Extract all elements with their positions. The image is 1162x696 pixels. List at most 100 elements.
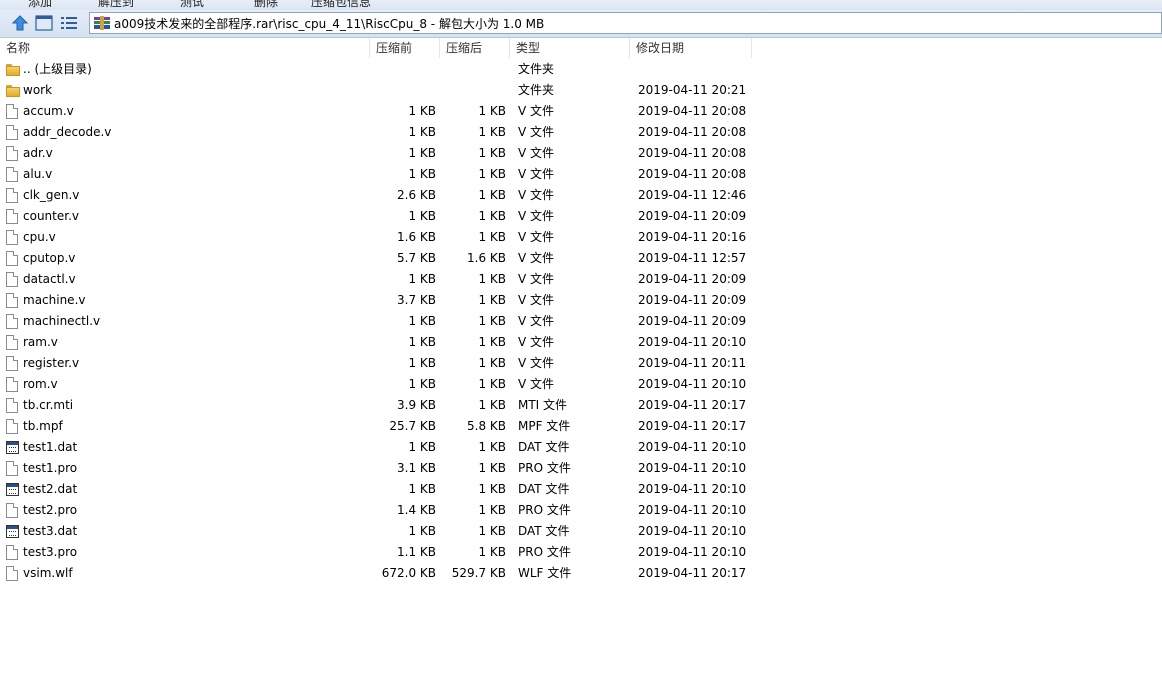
file-type: V 文件 — [518, 314, 555, 328]
file-name: cpu.v — [23, 230, 56, 244]
file-compressed-size: 1 KB — [478, 524, 506, 538]
column-name-header[interactable]: 名称 — [0, 38, 370, 58]
file-row[interactable]: register.v 1 KB 1 KB V 文件 2019-04-11 20:11 — [0, 353, 760, 374]
file-type: V 文件 — [518, 167, 555, 181]
file-compressed-size: 1 KB — [478, 293, 506, 307]
column-compressed-header[interactable]: 压缩前 — [370, 38, 440, 58]
file-icon — [6, 293, 20, 309]
file-row[interactable]: tb.mpf 25.7 KB 5.8 KB MPF 文件 2019-04-11 20:1… — [0, 416, 760, 437]
file-compressed-size: 1.6 KB — [467, 251, 506, 265]
file-icon — [6, 125, 20, 141]
file-modified-date: 2019-04-11 20:09 — [638, 209, 747, 223]
file-row[interactable]: test1.pro 3.1 KB 1 KB PRO 文件 2019-04-11 20:1… — [0, 458, 760, 479]
file-type: V 文件 — [518, 125, 555, 139]
file-row[interactable]: vsim.wlf 672.0 KB 529.7 KB WLF 文件 2019-04-11… — [0, 563, 760, 584]
file-modified-date: 2019-04-11 20:09 — [638, 314, 747, 328]
column-date-header[interactable]: 修改日期 — [630, 38, 752, 58]
file-row[interactable]: work 文件夹 2019-04-11 20:21 — [0, 80, 760, 101]
file-modified-date: 2019-04-11 20:09 — [638, 293, 747, 307]
toolbar-extract-button[interactable]: 解压到 — [98, 0, 134, 10]
column-size-header[interactable]: 压缩后 — [440, 38, 510, 58]
toolbar-info-button[interactable]: 压缩包信息 — [311, 0, 371, 10]
file-row[interactable]: cpu.v 1.6 KB 1 KB V 文件 2019-04-11 20:16 — [0, 227, 760, 248]
file-uncompressed-size: 2.6 KB — [397, 188, 436, 202]
file-row[interactable]: accum.v 1 KB 1 KB V 文件 2019-04-11 20:08 — [0, 101, 760, 122]
file-row[interactable]: test3.pro 1.1 KB 1 KB PRO 文件 2019-04-11 20:1… — [0, 542, 760, 563]
file-icon — [6, 251, 20, 267]
window-view-icon — [35, 15, 53, 31]
file-modified-date: 2019-04-11 20:11 — [638, 356, 747, 370]
file-name: clk_gen.v — [23, 188, 80, 202]
file-compressed-size: 1 KB — [478, 167, 506, 181]
up-folder-button[interactable] — [9, 13, 31, 33]
dat-file-icon — [6, 524, 20, 540]
toolbar-test-button[interactable]: 测试 — [180, 0, 204, 10]
file-type: WLF 文件 — [518, 566, 572, 580]
column-header: 名称 压缩前 压缩后 类型 修改日期 — [0, 38, 1162, 58]
folder-icon — [6, 83, 20, 99]
file-row[interactable]: counter.v 1 KB 1 KB V 文件 2019-04-11 20:09 — [0, 206, 760, 227]
file-row[interactable]: .. (上级目录) 文件夹 — [0, 59, 760, 80]
address-field[interactable]: a009技术发来的全部程序.rar\risc_cpu_4_11\RiscCpu_… — [89, 12, 1162, 34]
file-icon — [6, 566, 20, 582]
file-modified-date: 2019-04-11 20:10 — [638, 377, 747, 391]
file-name: adr.v — [23, 146, 53, 160]
file-row[interactable]: cputop.v 5.7 KB 1.6 KB V 文件 2019-04-11 12:57 — [0, 248, 760, 269]
file-icon — [6, 545, 20, 561]
file-row[interactable]: alu.v 1 KB 1 KB V 文件 2019-04-11 20:08 — [0, 164, 760, 185]
file-name: test1.dat — [23, 440, 78, 454]
file-icon — [6, 398, 20, 414]
file-modified-date: 2019-04-11 20:08 — [638, 104, 747, 118]
column-type-header[interactable]: 类型 — [510, 38, 630, 58]
file-compressed-size: 1 KB — [478, 482, 506, 496]
file-name: test2.dat — [23, 482, 78, 496]
file-modified-date: 2019-04-11 12:57 — [638, 251, 747, 265]
file-type: MTI 文件 — [518, 398, 568, 412]
file-icon — [6, 188, 20, 204]
file-compressed-size: 1 KB — [478, 125, 506, 139]
file-name: test3.pro — [23, 545, 78, 559]
file-modified-date: 2019-04-11 20:10 — [638, 440, 747, 454]
file-row[interactable]: test2.dat 1 KB 1 KB DAT 文件 2019-04-11 20:10 — [0, 479, 760, 500]
file-icon — [6, 104, 20, 120]
file-type: PRO 文件 — [518, 503, 571, 517]
file-name: test3.dat — [23, 524, 78, 538]
file-list: .. (上级目录) 文件夹 work 文件夹 2019-04-11 20:21 accum… — [0, 59, 1162, 696]
list-view-button[interactable] — [58, 13, 80, 33]
file-row[interactable]: ram.v 1 KB 1 KB V 文件 2019-04-11 20:10 — [0, 332, 760, 353]
file-row[interactable]: test1.dat 1 KB 1 KB DAT 文件 2019-04-11 20:10 — [0, 437, 760, 458]
file-icon — [6, 209, 20, 225]
toolbar-delete-button[interactable]: 删除 — [254, 0, 278, 10]
file-type: V 文件 — [518, 188, 555, 202]
file-row[interactable]: test2.pro 1.4 KB 1 KB PRO 文件 2019-04-11 20:1… — [0, 500, 760, 521]
file-modified-date: 2019-04-11 20:21 — [638, 83, 747, 97]
rar-archive-icon — [94, 16, 110, 30]
file-modified-date: 2019-04-11 20:10 — [638, 335, 747, 349]
toolbar-add-button[interactable]: 添加 — [28, 0, 52, 10]
file-modified-date: 2019-04-11 20:10 — [638, 545, 747, 559]
file-compressed-size: 529.7 KB — [451, 566, 506, 580]
file-icon — [6, 335, 20, 351]
file-name: register.v — [23, 356, 80, 370]
file-icon — [6, 377, 20, 393]
file-row[interactable]: clk_gen.v 2.6 KB 1 KB V 文件 2019-04-11 12:46 — [0, 185, 760, 206]
file-row[interactable]: adr.v 1 KB 1 KB V 文件 2019-04-11 20:08 — [0, 143, 760, 164]
file-uncompressed-size: 1 KB — [408, 377, 436, 391]
file-row[interactable]: machinectl.v 1 KB 1 KB V 文件 2019-04-11 20:09 — [0, 311, 760, 332]
file-uncompressed-size: 1 KB — [408, 314, 436, 328]
file-row[interactable]: test3.dat 1 KB 1 KB DAT 文件 2019-04-11 20:10 — [0, 521, 760, 542]
file-compressed-size: 1 KB — [478, 356, 506, 370]
file-uncompressed-size: 1 KB — [408, 482, 436, 496]
file-name: accum.v — [23, 104, 74, 118]
file-row[interactable]: tb.cr.mti 3.9 KB 1 KB MTI 文件 2019-04-11 20:1… — [0, 395, 760, 416]
file-row[interactable]: datactl.v 1 KB 1 KB V 文件 2019-04-11 20:09 — [0, 269, 760, 290]
file-compressed-size: 1 KB — [478, 272, 506, 286]
file-name: cputop.v — [23, 251, 76, 265]
file-icon — [6, 146, 20, 162]
file-row[interactable]: machine.v 3.7 KB 1 KB V 文件 2019-04-11 20:09 — [0, 290, 760, 311]
file-compressed-size: 1 KB — [478, 146, 506, 160]
details-view-button[interactable] — [33, 13, 55, 33]
file-row[interactable]: addr_decode.v 1 KB 1 KB V 文件 2019-04-11 20:0… — [0, 122, 760, 143]
file-type: V 文件 — [518, 377, 555, 391]
file-row[interactable]: rom.v 1 KB 1 KB V 文件 2019-04-11 20:10 — [0, 374, 760, 395]
